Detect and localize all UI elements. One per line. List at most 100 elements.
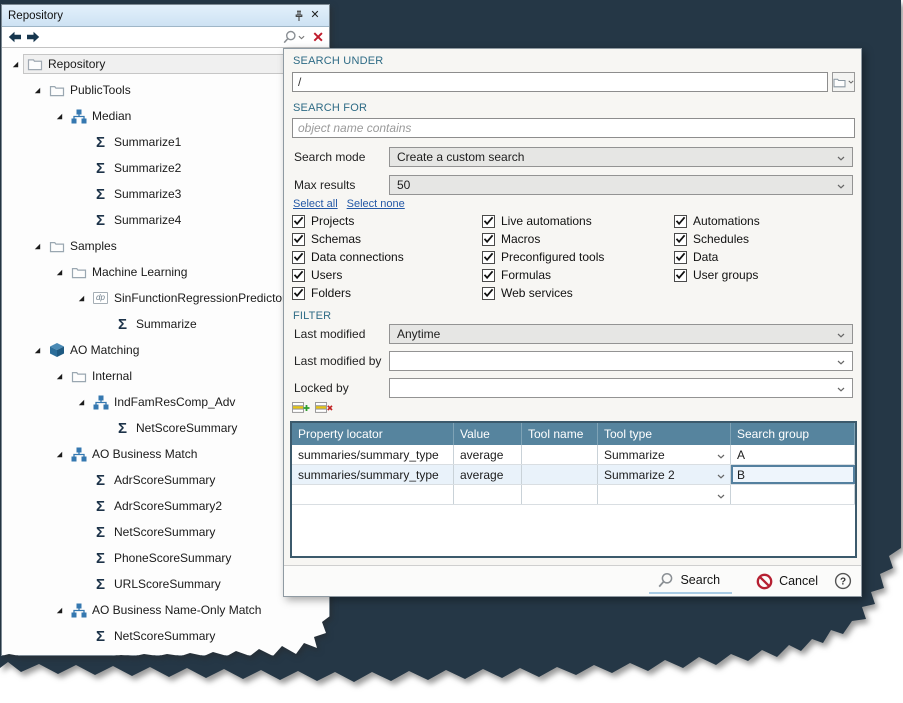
checkbox-schemas[interactable]: Schemas xyxy=(292,230,404,248)
checkbox-user-groups[interactable]: User groups xyxy=(674,266,760,284)
tree-item[interactable]: ΣPhoneScoreSummary xyxy=(2,545,329,571)
checkbox-box[interactable] xyxy=(292,287,305,300)
criteria-cell-value[interactable]: average xyxy=(454,445,522,464)
checkbox-box[interactable] xyxy=(674,215,687,228)
criteria-cell-tool_type[interactable]: Summarize xyxy=(598,445,731,464)
cancel-button[interactable]: Cancel xyxy=(756,573,818,590)
checkbox-box[interactable] xyxy=(292,269,305,282)
checkbox-box[interactable] xyxy=(674,233,687,246)
criteria-cell-property[interactable]: summaries/summary_type xyxy=(292,465,454,484)
checkbox-web-services[interactable]: Web services xyxy=(482,284,604,302)
tree-item[interactable]: ΣSummarize xyxy=(2,311,329,337)
checkbox-box[interactable] xyxy=(482,233,495,246)
criteria-cell-tool_type[interactable]: Summarize 2 xyxy=(598,465,731,484)
checkbox-box[interactable] xyxy=(482,269,495,282)
filter-select-0[interactable]: Anytime xyxy=(389,324,853,344)
criteria-cell-tool_name[interactable] xyxy=(522,445,598,464)
tree-item[interactable]: Median xyxy=(2,103,329,129)
tree-item[interactable]: ΣSummarize3 xyxy=(2,181,329,207)
expand-arrow-icon[interactable] xyxy=(52,112,67,121)
checkbox-folders[interactable]: Folders xyxy=(292,284,404,302)
criteria-cell-value[interactable]: average xyxy=(454,465,522,484)
filter-select-1[interactable] xyxy=(389,351,853,371)
criteria-row-0[interactable]: summaries/summary_typeaverage SummarizeA xyxy=(292,445,855,465)
search-for-input[interactable] xyxy=(292,118,855,138)
criteria-cell-tool_type[interactable] xyxy=(598,485,731,504)
tree-item[interactable]: ΣAdrScoreSummary xyxy=(2,467,329,493)
checkbox-formulas[interactable]: Formulas xyxy=(482,266,604,284)
tree-item[interactable]: ΣSummarize4 xyxy=(2,207,329,233)
expand-arrow-icon[interactable] xyxy=(52,372,67,381)
expand-arrow-icon[interactable] xyxy=(74,398,89,407)
checkbox-users[interactable]: Users xyxy=(292,266,404,284)
checkbox-preconfigured-tools[interactable]: Preconfigured tools xyxy=(482,248,604,266)
expand-arrow-icon[interactable] xyxy=(74,294,89,303)
criteria-row-1[interactable]: summaries/summary_typeaverage Summarize 2… xyxy=(292,465,855,485)
tree-item[interactable]: ΣSummarize2 xyxy=(2,155,329,181)
filter-select-2[interactable] xyxy=(389,378,853,398)
checkbox-data[interactable]: Data xyxy=(674,248,760,266)
criteria-cell-group[interactable]: A xyxy=(731,445,855,464)
expand-arrow-icon[interactable] xyxy=(8,60,23,69)
expand-arrow-icon[interactable] xyxy=(52,606,67,615)
checkbox-box[interactable] xyxy=(674,269,687,282)
select-none-link[interactable]: Select none xyxy=(347,198,405,210)
expand-arrow-icon[interactable] xyxy=(52,450,67,459)
tree-item[interactable]: Internal xyxy=(2,363,329,389)
criteria-cell-group[interactable] xyxy=(731,485,855,504)
tree-item[interactable]: ΣNetScoreSummary xyxy=(2,519,329,545)
tree-item[interactable]: ΣAdrScoreSummary2 xyxy=(2,493,329,519)
search-mode-select[interactable]: Create a custom search xyxy=(389,147,853,167)
criteria-cell-tool_name[interactable] xyxy=(522,465,598,484)
tree-item[interactable]: dpSinFunctionRegressionPredictor xyxy=(2,285,329,311)
checkbox-box[interactable] xyxy=(674,251,687,264)
checkbox-data-connections[interactable]: Data connections xyxy=(292,248,404,266)
criteria-row-2[interactable] xyxy=(292,485,855,505)
expand-arrow-icon[interactable] xyxy=(30,242,45,251)
help-button[interactable]: ? xyxy=(834,572,852,590)
tree-item[interactable]: AO Matching xyxy=(2,337,329,363)
checkbox-box[interactable] xyxy=(482,287,495,300)
expand-arrow-icon[interactable] xyxy=(30,86,45,95)
folder-picker-button[interactable] xyxy=(832,72,855,92)
checkbox-projects[interactable]: Projects xyxy=(292,212,404,230)
clear-search-icon[interactable]: ✕ xyxy=(312,30,324,44)
forward-arrow-icon[interactable] xyxy=(25,29,41,45)
checkbox-box[interactable] xyxy=(292,233,305,246)
checkbox-macros[interactable]: Macros xyxy=(482,230,604,248)
tree-item[interactable]: Machine Learning xyxy=(2,259,329,285)
select-all-link[interactable]: Select all xyxy=(293,198,338,210)
tree-item[interactable]: ΣSummarize1 xyxy=(2,129,329,155)
search-button[interactable]: Search xyxy=(649,569,732,594)
tree-item[interactable]: Samples xyxy=(2,233,329,259)
criteria-cell-property[interactable]: summaries/summary_type xyxy=(292,445,454,464)
tree-item[interactable]: Repository xyxy=(2,51,329,77)
max-results-select[interactable]: 50 xyxy=(389,175,853,195)
checkbox-box[interactable] xyxy=(292,215,305,228)
remove-row-icon[interactable] xyxy=(315,401,333,418)
tree-item[interactable]: IndFamResComp_Adv xyxy=(2,389,329,415)
checkbox-box[interactable] xyxy=(292,251,305,264)
criteria-cell-tool_name[interactable] xyxy=(522,485,598,504)
pin-icon[interactable] xyxy=(291,8,307,24)
back-arrow-icon[interactable] xyxy=(7,29,23,45)
criteria-cell-group[interactable]: B xyxy=(731,465,855,484)
checkbox-schedules[interactable]: Schedules xyxy=(674,230,760,248)
close-icon[interactable]: ✕ xyxy=(307,8,323,24)
checkbox-automations[interactable]: Automations xyxy=(674,212,760,230)
tree-item[interactable]: AO Business Name-Only Match xyxy=(2,597,329,623)
checkbox-live-automations[interactable]: Live automations xyxy=(482,212,604,230)
tree-item[interactable]: ΣNetScoreSummary xyxy=(2,623,329,649)
checkbox-box[interactable] xyxy=(482,215,495,228)
tree-item[interactable]: ΣNetScoreSummary xyxy=(2,415,329,441)
expand-arrow-icon[interactable] xyxy=(30,346,45,355)
search-dropdown-icon[interactable] xyxy=(281,29,297,45)
criteria-cell-value[interactable] xyxy=(454,485,522,504)
criteria-cell-property[interactable] xyxy=(292,485,454,504)
chevron-down-icon[interactable] xyxy=(297,29,305,45)
tree-item[interactable]: ΣURLScoreSummary xyxy=(2,571,329,597)
add-row-icon[interactable] xyxy=(292,401,310,418)
expand-arrow-icon[interactable] xyxy=(52,268,67,277)
checkbox-box[interactable] xyxy=(482,251,495,264)
search-under-input[interactable] xyxy=(292,72,828,92)
